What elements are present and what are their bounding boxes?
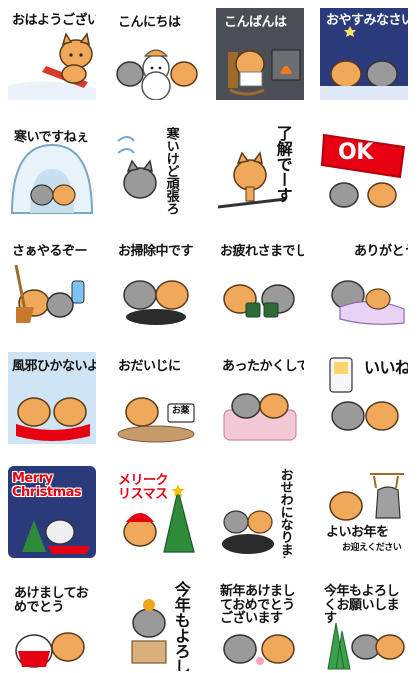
sticker-otsukaresama[interactable]: お疲れさまでした <box>216 237 304 329</box>
sticker-osewani[interactable]: おせわになりました <box>216 466 304 558</box>
sticker-osouji[interactable]: お掃除中です <box>112 237 200 329</box>
sticker-label: おだいじに <box>118 359 181 374</box>
sticker-oyasumi[interactable]: おやすみなさい <box>320 8 408 100</box>
sticker-sub-label: お迎えください <box>342 543 402 553</box>
sticker-ok[interactable]: OK <box>320 123 408 215</box>
sticker-ryoukai[interactable]: 了解でーす <box>216 123 304 215</box>
sticker-konbanwa[interactable]: こんばんは <box>216 8 304 100</box>
sticker-sayaruzo[interactable]: さぁやるぞー <box>8 237 96 329</box>
sticker-samui[interactable]: 寒いですねぇ <box>8 123 96 215</box>
sticker-label: メリークリスマス <box>118 473 169 502</box>
sticker-label: 寒いですねぇ <box>14 130 89 145</box>
sticker-label: お疲れさまでした <box>220 244 304 259</box>
sticker-label: いいねぇ <box>364 358 408 377</box>
sticker-shinnen[interactable]: 新年あけましておめでとうございます <box>216 579 304 671</box>
sticker-label: 今年もよろしく <box>171 581 191 671</box>
sticker-label: おやすみなさい <box>326 13 408 28</box>
cat-cold-wind-illustration <box>117 136 157 199</box>
sticker-label: こんにちは <box>118 15 181 30</box>
sticker-akemashite[interactable]: あけましておめでとう <box>8 579 96 671</box>
sticker-label: さぁやるぞー <box>12 244 88 259</box>
sticker-label: あったかくしてね <box>222 359 304 374</box>
sticker-kaze[interactable]: 風邪ひかないように <box>8 352 96 444</box>
sticker-label: おせわになりました <box>277 468 293 558</box>
sticker-yoi-otoshiwo[interactable]: よいお年を お迎えください <box>320 466 408 558</box>
sticker-label: 風邪ひかないように <box>12 359 96 374</box>
sticker-attakaku[interactable]: あったかくしてね <box>216 352 304 444</box>
medicine-label: お薬 <box>172 406 190 416</box>
sticker-konnichiwa[interactable]: こんにちは <box>112 8 200 100</box>
sticker-onegaishimasu[interactable]: 今年もよろしくお願いします <box>320 579 408 671</box>
sticker-label: よいお年を <box>326 525 389 540</box>
sticker-label: 今年もよろしくお願いします <box>324 584 400 627</box>
sticker-merry-christmas-jp[interactable]: メリークリスマス <box>112 466 200 558</box>
sticker-iinee[interactable]: いいねぇ <box>320 352 408 444</box>
sticker-arigatou[interactable]: ありがとう <box>320 237 408 329</box>
sticker-label: Merry Christmas <box>12 471 82 500</box>
sticker-label: 了解でーす <box>273 125 293 203</box>
sticker-label: こんばんは <box>224 15 287 30</box>
sticker-odaijini[interactable]: おだいじに お薬 <box>112 352 200 444</box>
sticker-merry-christmas-en[interactable]: Merry Christmas <box>8 466 96 558</box>
sticker-label: あけましておめでとう <box>14 586 89 615</box>
cats-holding-ok-sign-illustration <box>320 133 406 208</box>
sticker-label: OK <box>338 140 373 165</box>
sticker-ohayou[interactable]: おはようございます <box>8 8 96 100</box>
sticker-label: お掃除中です <box>118 244 194 259</box>
sticker-label: おはようございます <box>12 13 96 28</box>
sticker-ganbarou[interactable]: 寒いけど頑張ろう <box>112 123 200 215</box>
sticker-grid: おはようございます こんにちは こんばんは <box>0 0 420 673</box>
sticker-kotoshimo[interactable]: 今年もよろしく <box>112 579 200 671</box>
sticker-label: ありがとう <box>354 244 408 259</box>
sticker-label: 新年あけましておめでとうございます <box>220 584 296 627</box>
sticker-label: 寒いけど頑張ろう <box>163 127 179 215</box>
